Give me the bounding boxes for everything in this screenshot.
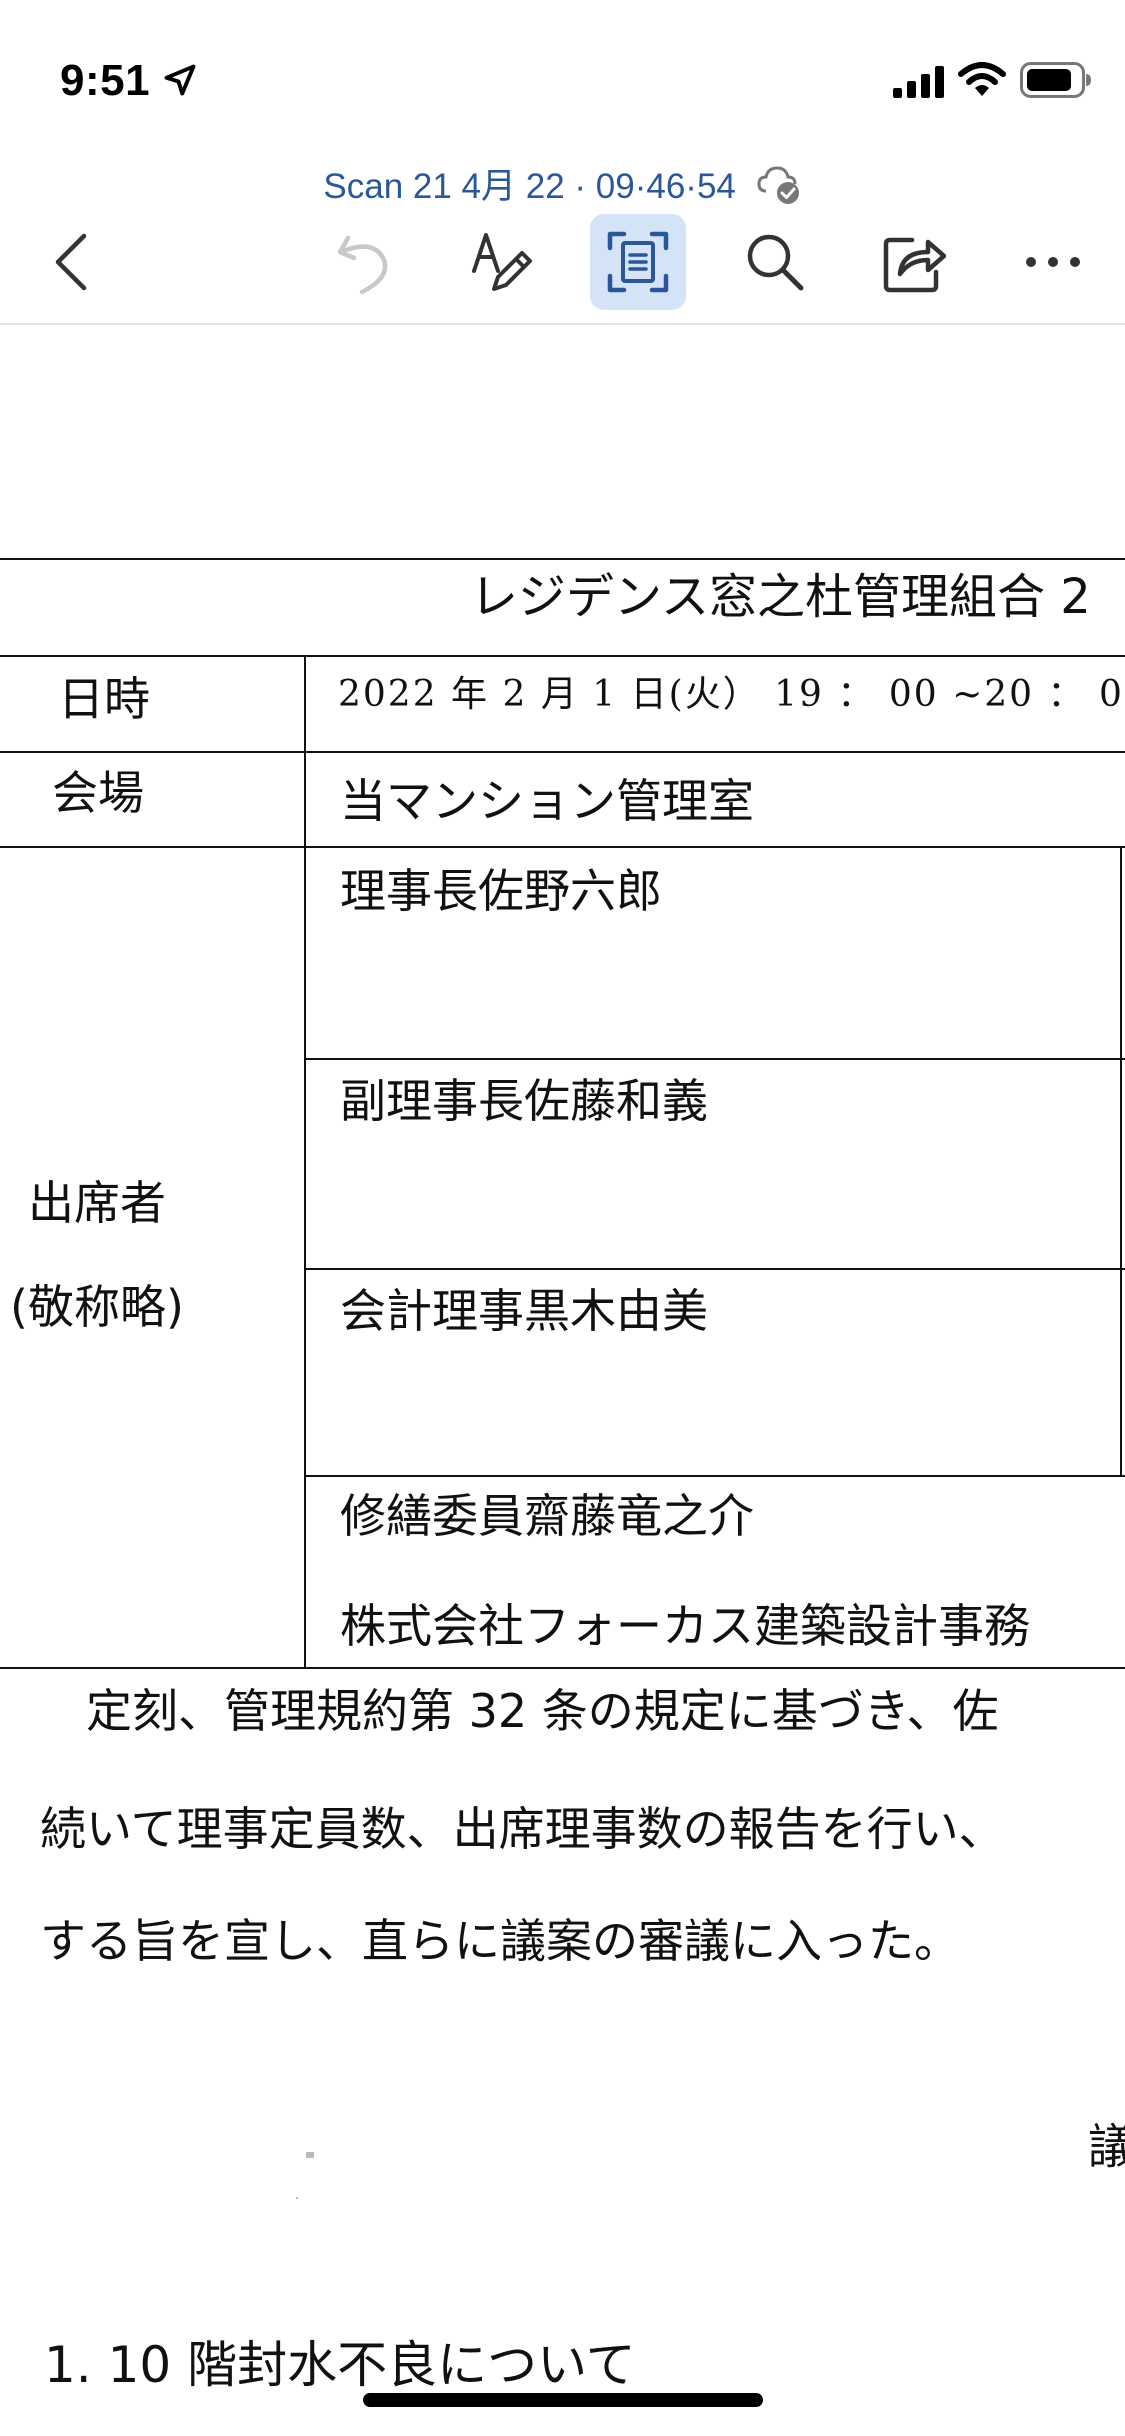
cut-off-text: 議	[1088, 2119, 1125, 2175]
back-chevron-icon	[55, 233, 87, 291]
scan-focus-icon	[607, 231, 669, 293]
cloud-check-icon	[757, 165, 799, 204]
attendee-item: 修繕委員齋藤竜之介	[340, 1489, 754, 1543]
scan-speck	[296, 2197, 298, 2199]
share-icon	[883, 237, 946, 293]
datetime-label: 日時	[58, 672, 150, 726]
table-line	[0, 655, 1125, 657]
paragraph-line: 続いて理事定員数、出席理事数の報告を行い、	[40, 1802, 1005, 1856]
document-title-bar[interactable]: Scan 21 4月 22 · 09·46·54	[0, 158, 1125, 209]
agenda-item-1: 1. 10 階封水不良について	[44, 2336, 636, 2394]
share-button[interactable]	[866, 214, 962, 310]
wifi-icon	[958, 62, 1006, 96]
table-line	[0, 846, 1125, 848]
scan-focus-button[interactable]	[590, 214, 686, 310]
attendees-note: (敬称略)	[10, 1280, 184, 1334]
paragraph-line: する旨を宣し、直らに議案の審議に入った。	[40, 1914, 960, 1968]
back-button[interactable]	[24, 214, 120, 310]
toolbar	[0, 210, 1125, 322]
table-line	[1120, 846, 1122, 1477]
home-indicator[interactable]	[363, 2393, 763, 2407]
paragraph-line: 定刻、管理規約第 32 条の規定に基づき、佐	[40, 1684, 999, 1738]
draw-button[interactable]	[453, 214, 549, 310]
attendee-item: 会計理事黒木由美	[340, 1284, 708, 1338]
table-line	[0, 751, 1125, 753]
attendee-item: 株式会社フォーカス建築設計事務	[340, 1599, 1030, 1653]
table-line	[304, 1475, 1125, 1477]
scan-speck	[306, 2152, 314, 2158]
attendees-label: 出席者	[28, 1176, 166, 1230]
document-heading: レジデンス窓之杜管理組合 2	[470, 569, 1091, 625]
location-arrow-icon	[164, 64, 196, 96]
venue-label: 会場	[52, 766, 144, 820]
undo-button[interactable]	[316, 214, 412, 310]
cellular-signal-icon	[893, 66, 944, 98]
more-icon	[1026, 257, 1080, 267]
document-canvas[interactable]: レジデンス窓之杜管理組合 2 日時 2022 年 2 月 1 日(火） 19 ：…	[0, 325, 1125, 2436]
datetime-value: 2022 年 2 月 1 日(火） 19 ： 00 ~20 ： 00	[338, 674, 1125, 715]
undo-icon	[337, 235, 388, 295]
status-bar: 9:51	[0, 0, 1125, 150]
attendee-item: 理事長佐野六郎	[340, 864, 662, 918]
more-button[interactable]	[1005, 214, 1101, 310]
search-icon	[747, 234, 804, 291]
table-line	[304, 1058, 1125, 1060]
table-line	[0, 1667, 1125, 1669]
venue-value: 当マンション管理室	[340, 774, 754, 828]
battery-icon	[1020, 62, 1091, 98]
search-button[interactable]	[727, 214, 823, 310]
attendee-item: 副理事長佐藤和義	[340, 1074, 708, 1128]
table-line	[304, 655, 306, 1669]
draw-icon	[472, 233, 532, 291]
document-title[interactable]: Scan 21 4月 22 · 09·46·54	[323, 167, 735, 206]
table-line	[304, 1268, 1125, 1270]
status-time: 9:51	[60, 56, 151, 105]
